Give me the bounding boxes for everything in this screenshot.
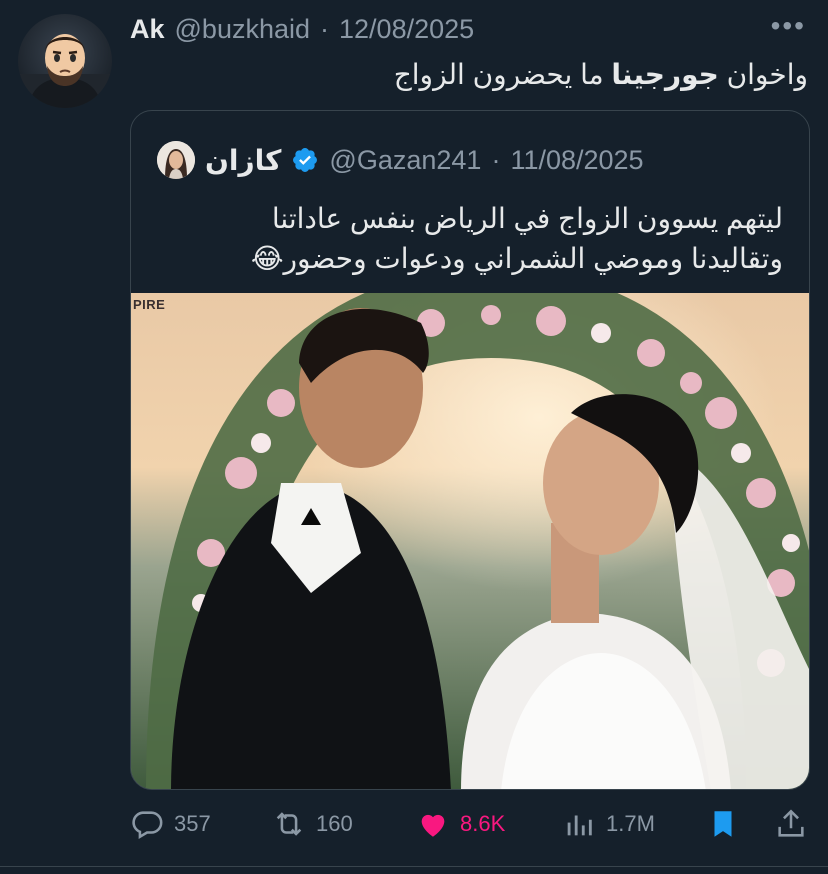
quoted-separator-dot: ·	[491, 144, 501, 175]
quoted-text-line2: وتقاليدنا وموضي الشمراني ودعوات وحضور😂	[250, 243, 783, 274]
man-emoji-avatar-icon	[18, 34, 112, 108]
tweet-text-part1: واخوان	[718, 59, 808, 90]
views-button[interactable]: 1.7M	[562, 804, 655, 844]
divider	[0, 866, 828, 867]
quoted-avatar[interactable]	[157, 141, 195, 179]
tweet-date[interactable]: 12/08/2025	[339, 14, 474, 45]
tweet-card[interactable]: Ak @buzkhaid · 12/08/2025 ••• واخوان جور…	[0, 0, 828, 874]
more-options-icon[interactable]: •••	[771, 10, 806, 42]
like-button[interactable]: 8.6K	[416, 804, 505, 844]
verified-badge-icon	[293, 148, 318, 172]
quoted-text: ليتهم يسوون الزواج في الرياض بنفس عاداتن…	[163, 199, 783, 279]
woman-portrait-icon	[157, 141, 195, 179]
action-bar: 357 160 8.6K 1.7M	[130, 804, 810, 844]
quoted-text-line1: ليتهم يسوون الزواج في الرياض بنفس عاداتن…	[271, 203, 783, 234]
share-icon	[778, 809, 804, 837]
display-name[interactable]: Ak	[130, 14, 165, 45]
quoted-handle[interactable]: @Gazan241	[329, 145, 481, 176]
quoted-display-name[interactable]: كازان	[205, 144, 281, 177]
user-handle[interactable]: @buzkhaid	[175, 14, 311, 45]
quoted-tweet[interactable]: كازان @Gazan241 · 11/08/2025 ليتهم يسوون…	[130, 110, 810, 790]
bookmark-filled-icon	[714, 811, 732, 837]
tweet-text-bold: جورجينا	[611, 59, 719, 90]
reply-button[interactable]: 357	[130, 804, 211, 844]
quoted-media-image[interactable]: PIRE	[131, 293, 809, 789]
heart-filled-icon	[421, 814, 445, 837]
bookmark-button[interactable]	[706, 804, 740, 844]
retweet-count: 160	[316, 811, 353, 836]
wedding-photo	[131, 293, 809, 789]
media-caption: PIRE	[133, 297, 166, 312]
quoted-date[interactable]: 11/08/2025	[510, 145, 643, 176]
avatar[interactable]	[18, 14, 112, 108]
tweet-header: Ak @buzkhaid · 12/08/2025	[130, 12, 474, 46]
retweet-button[interactable]: 160	[272, 804, 353, 844]
views-count: 1.7M	[606, 811, 655, 836]
views-chart-icon	[567, 815, 592, 836]
tweet-text-part2: ما يحضرون الزواج	[393, 59, 612, 90]
reply-icon	[132, 811, 163, 840]
tweet-text: واخوان جورجينا ما يحضرون الزواج	[394, 58, 808, 91]
separator-dot: ·	[320, 13, 330, 44]
retweet-icon	[276, 812, 302, 836]
reply-count: 357	[174, 811, 211, 836]
like-count: 8.6K	[460, 811, 506, 836]
quoted-tweet-header: كازان @Gazan241 · 11/08/2025	[157, 139, 644, 181]
share-button[interactable]	[774, 804, 808, 844]
